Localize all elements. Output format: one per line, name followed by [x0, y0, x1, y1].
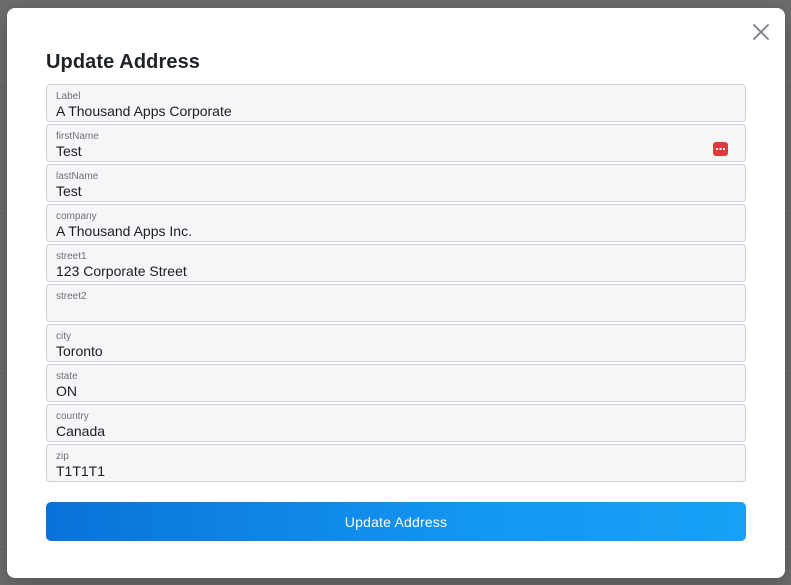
state-input[interactable] [56, 382, 696, 400]
zip-field[interactable]: zip [46, 444, 746, 482]
street2-input[interactable] [56, 302, 696, 320]
label-input[interactable] [56, 102, 696, 120]
first-name-input[interactable] [56, 142, 696, 160]
field-label: city [56, 331, 71, 342]
update-address-modal: Update Address Label firstName lastName … [7, 8, 785, 578]
street2-field[interactable]: street2 [46, 284, 746, 322]
city-field[interactable]: city [46, 324, 746, 362]
field-label: Label [56, 91, 81, 102]
company-field[interactable]: company [46, 204, 746, 242]
label-field[interactable]: Label [46, 84, 746, 122]
country-input[interactable] [56, 422, 696, 440]
field-label: street2 [56, 291, 87, 302]
field-label: company [56, 211, 97, 222]
field-label: firstName [56, 131, 99, 142]
zip-input[interactable] [56, 462, 696, 480]
street1-field[interactable]: street1 [46, 244, 746, 282]
street1-input[interactable] [56, 262, 696, 280]
close-button[interactable] [751, 22, 771, 42]
country-field[interactable]: country [46, 404, 746, 442]
field-label: zip [56, 451, 69, 462]
update-address-button[interactable]: Update Address [46, 502, 746, 541]
field-label: lastName [56, 171, 99, 182]
last-name-field[interactable]: lastName [46, 164, 746, 202]
field-label: street1 [56, 251, 87, 262]
field-label: country [56, 411, 89, 422]
password-manager-icon[interactable] [713, 142, 728, 156]
city-input[interactable] [56, 342, 696, 360]
state-field[interactable]: state [46, 364, 746, 402]
address-form: Label firstName lastName company street1… [46, 84, 746, 484]
last-name-input[interactable] [56, 182, 696, 200]
close-icon [753, 24, 769, 40]
company-input[interactable] [56, 222, 696, 240]
first-name-field[interactable]: firstName [46, 124, 746, 162]
modal-title: Update Address [46, 51, 201, 73]
field-label: state [56, 371, 78, 382]
